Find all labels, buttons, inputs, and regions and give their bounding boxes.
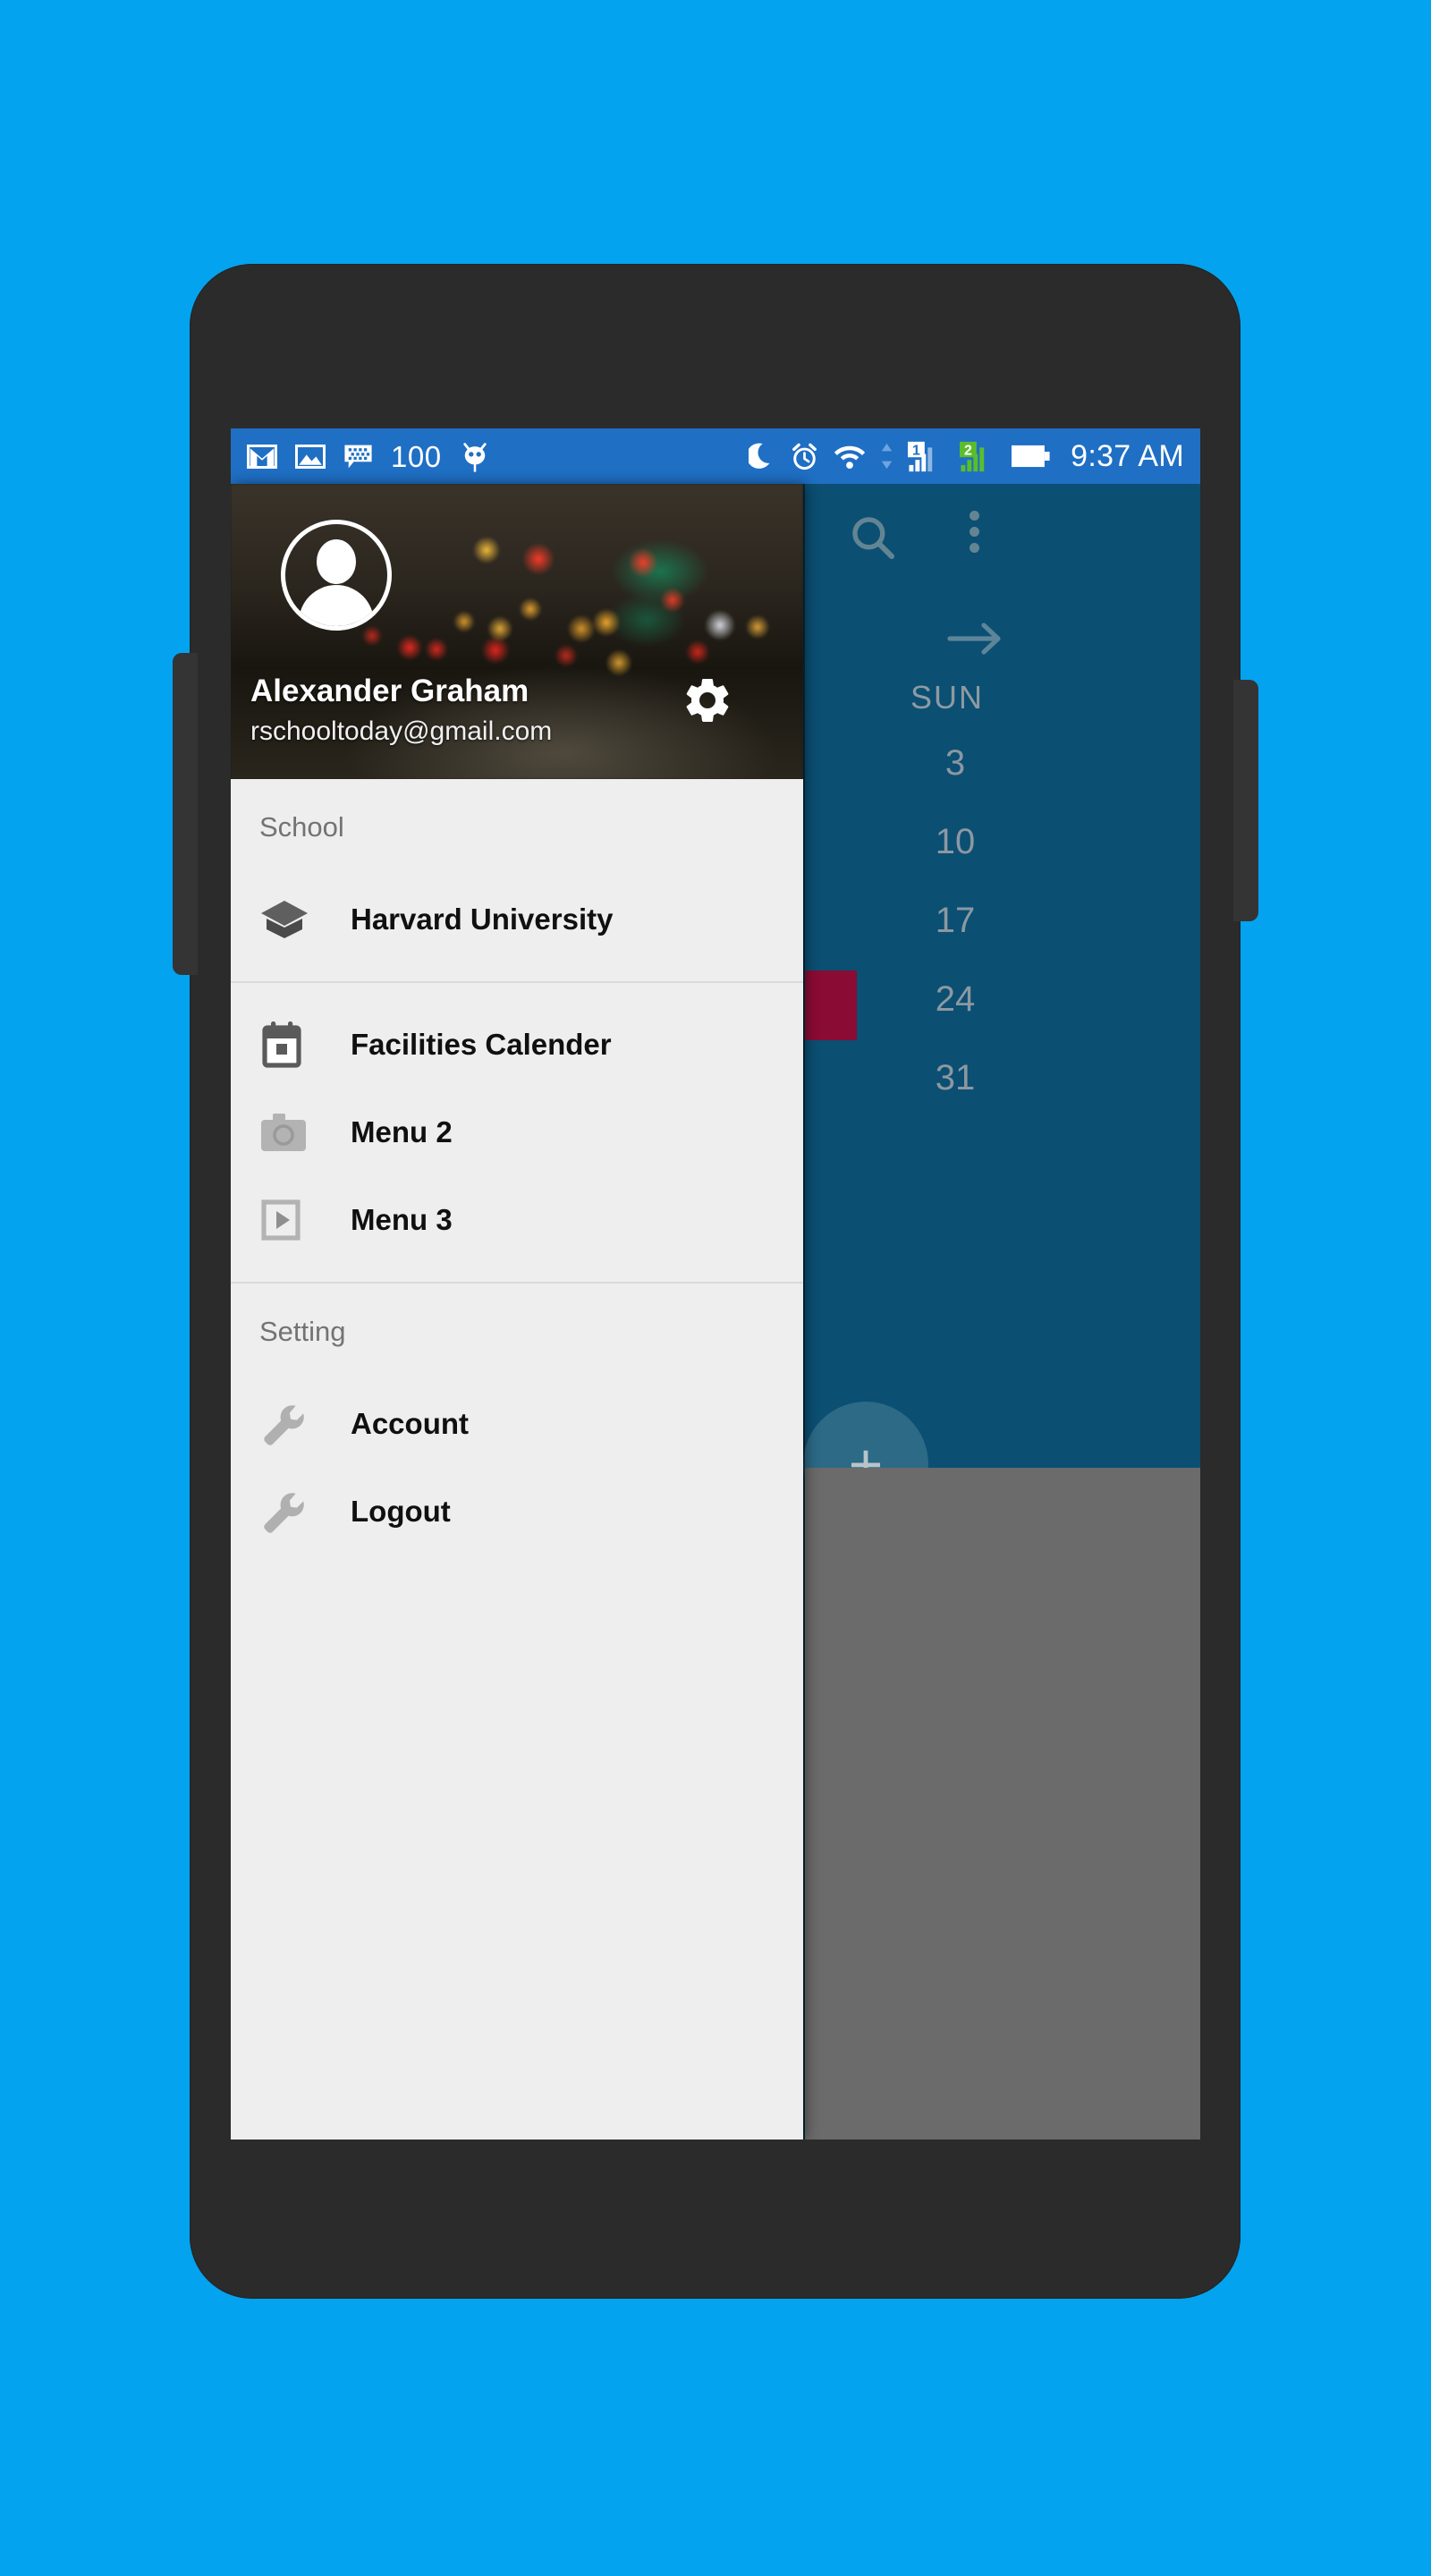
section-header-setting: Setting <box>259 1316 346 1347</box>
section-header-school: School <box>259 811 344 843</box>
sim2-signal-icon: 2 <box>960 441 997 472</box>
calendar-icon <box>259 1021 327 1069</box>
calendar-date-cell[interactable]: 31 <box>893 1058 1018 1098</box>
phone-top-bezel <box>190 264 1240 425</box>
next-arrow-icon[interactable] <box>946 616 1005 665</box>
wifi-icon <box>834 442 866 470</box>
sidebar-item-label: Harvard University <box>351 902 614 936</box>
sidebar-item-facilities-calender[interactable]: Facilities Calender <box>231 1001 803 1089</box>
sim1-signal-icon: 1 <box>908 441 945 472</box>
navigation-drawer: Alexander Graham rschooltoday@gmail.com … <box>231 484 803 2140</box>
calendar-date-cell[interactable]: 10 <box>893 822 1018 862</box>
camera-icon <box>259 1112 327 1153</box>
calendar-date-cell[interactable]: 24 <box>893 979 1018 1020</box>
svg-text:2: 2 <box>964 443 972 458</box>
status-bar-right-icons: 1 2 9:37 AM <box>749 439 1184 474</box>
calendar-weekday-header: SUN <box>910 679 985 716</box>
sidebar-item-label: Facilities Calender <box>351 1028 612 1061</box>
profile-name: Alexander Graham <box>250 674 529 708</box>
wrench-icon <box>259 1489 327 1534</box>
alarm-clock-icon <box>790 441 819 471</box>
gmail-icon <box>247 444 277 469</box>
overflow-dot <box>970 527 979 537</box>
calendar-date-cell[interactable]: 3 <box>893 743 1018 784</box>
sidebar-item-label: Account <box>351 1407 469 1440</box>
sidebar-item-menu-3[interactable]: Menu 3 <box>231 1176 803 1264</box>
profile-email: rschooltoday@gmail.com <box>250 716 553 746</box>
photo-icon <box>295 444 326 469</box>
drawer-profile-header: Alexander Graham rschooltoday@gmail.com <box>231 484 803 779</box>
bbm-chat-icon <box>343 444 373 470</box>
do-not-disturb-moon-icon <box>749 441 775 471</box>
graduation-cap-icon <box>259 899 327 940</box>
status-bar-left-icons: 100 <box>247 439 749 473</box>
sidebar-item-logout[interactable]: Logout <box>231 1468 803 1555</box>
sidebar-item-menu-2[interactable]: Menu 2 <box>231 1089 803 1176</box>
power-button[interactable] <box>1233 680 1258 921</box>
avatar-body-shape <box>299 585 374 626</box>
sidebar-item-account[interactable]: Account <box>231 1380 803 1468</box>
user-avatar[interactable] <box>281 520 392 631</box>
video-play-icon <box>259 1198 327 1242</box>
wrench-icon <box>259 1402 327 1446</box>
calendar-event-block[interactable] <box>805 970 857 1040</box>
android-mascot-icon <box>460 439 490 473</box>
overflow-dot <box>970 543 979 553</box>
calendar-date-cell[interactable]: 17 <box>893 901 1018 941</box>
sidebar-item-label: Menu 2 <box>351 1115 453 1148</box>
overflow-menu-icon[interactable] <box>970 511 979 553</box>
avatar-head-shape <box>317 539 356 584</box>
volume-rocker-button[interactable] <box>173 653 198 975</box>
drawer-menu-list: School Harvard University Facilities Cal… <box>231 779 803 1555</box>
notification-count: 100 <box>391 439 442 473</box>
status-bar: 100 1 2 9:37 AM <box>231 428 1200 484</box>
sidebar-item-label: Logout <box>351 1495 451 1528</box>
phone-screen: 100 1 2 9:37 AM SUN 3 10 17 24 31 + Alex… <box>231 428 1200 2140</box>
battery-icon <box>1012 444 1051 469</box>
sidebar-item-harvard-university[interactable]: Harvard University <box>231 876 803 963</box>
search-icon[interactable] <box>848 513 898 567</box>
gear-icon[interactable] <box>681 674 734 727</box>
overflow-dot <box>970 511 979 521</box>
data-transfer-arrows-icon <box>880 441 893 471</box>
status-bar-clock: 9:37 AM <box>1071 438 1184 473</box>
background-bottom-area <box>805 1468 1200 2140</box>
sidebar-item-label: Menu 3 <box>351 1203 453 1236</box>
svg-text:1: 1 <box>912 443 920 458</box>
